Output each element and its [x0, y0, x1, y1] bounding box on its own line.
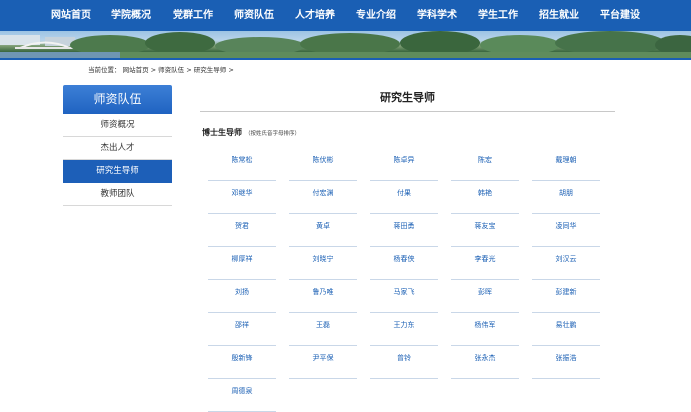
supervisor-link[interactable]: 易壮鹏: [532, 313, 600, 346]
supervisor-link[interactable]: 刘晓宁: [289, 247, 357, 280]
supervisor-link[interactable]: 彭建新: [532, 280, 600, 313]
nav-item-home[interactable]: 网站首页: [51, 0, 91, 31]
sidebar-item-supervisors[interactable]: 研究生导师: [63, 160, 172, 183]
sidebar: 师资队伍 师资概况 杰出人才 研究生导师 教师团队: [63, 85, 172, 206]
supervisor-link[interactable]: 陈宏: [451, 148, 519, 181]
nav-item-admission[interactable]: 招生就业: [539, 0, 579, 31]
supervisor-link[interactable]: 刘汉云: [532, 247, 600, 280]
supervisor-link[interactable]: 邓继华: [208, 181, 276, 214]
page-title: 研究生导师: [200, 85, 615, 112]
supervisor-link[interactable]: 李春光: [451, 247, 519, 280]
sidebar-item-teams[interactable]: 教师团队: [63, 183, 172, 206]
supervisor-link[interactable]: 杨春侠: [370, 247, 438, 280]
supervisor-link[interactable]: 彭晖: [451, 280, 519, 313]
supervisor-link[interactable]: 殷新锋: [208, 346, 276, 379]
supervisor-link[interactable]: 柳厚祥: [208, 247, 276, 280]
supervisor-link[interactable]: 陈伏彬: [289, 148, 357, 181]
breadcrumb-sep: >: [228, 66, 234, 74]
sidebar-item-distinguished[interactable]: 杰出人才: [63, 137, 172, 160]
supervisor-link[interactable]: 陈常松: [208, 148, 276, 181]
campus-banner: [0, 31, 691, 58]
breadcrumb-home[interactable]: 网站首页: [123, 66, 149, 74]
nav-item-platform[interactable]: 平台建设: [600, 0, 640, 31]
supervisor-link[interactable]: 鲁乃唯: [289, 280, 357, 313]
supervisor-link[interactable]: 付宏渊: [289, 181, 357, 214]
supervisor-link[interactable]: 付果: [370, 181, 438, 214]
supervisor-link[interactable]: 韩艳: [451, 181, 519, 214]
section-heading: 博士生导师: [202, 127, 242, 137]
supervisor-link[interactable]: 邵祥: [208, 313, 276, 346]
supervisor-link[interactable]: 王磊: [289, 313, 357, 346]
top-nav: 网站首页 学院概况 党群工作 师资队伍 人才培养 专业介绍 学科学术 学生工作 …: [0, 0, 691, 31]
breadcrumb-faculty[interactable]: 师资队伍: [158, 66, 184, 74]
supervisor-link[interactable]: 王力东: [370, 313, 438, 346]
sidebar-title: 师资队伍: [63, 85, 172, 114]
supervisor-link[interactable]: 周德泉: [208, 379, 276, 412]
supervisor-link[interactable]: 张永杰: [451, 346, 519, 379]
banner-scenery: [0, 31, 691, 58]
section-note: （按姓氏音字母排序）: [245, 131, 301, 137]
supervisor-link[interactable]: 陈卓异: [370, 148, 438, 181]
section-title: 博士生导师 （按姓氏音字母排序）: [202, 127, 300, 138]
nav-item-party[interactable]: 党群工作: [173, 0, 213, 31]
breadcrumb-prefix: 当前位置：: [88, 66, 121, 74]
supervisor-link[interactable]: 凌同华: [532, 214, 600, 247]
supervisor-link[interactable]: 胡朋: [532, 181, 600, 214]
supervisor-link[interactable]: 黄卓: [289, 214, 357, 247]
supervisor-link[interactable]: 蒋友宝: [451, 214, 519, 247]
supervisor-link[interactable]: 戴理朝: [532, 148, 600, 181]
nav-item-discipline[interactable]: 学科学术: [417, 0, 457, 31]
nav-item-faculty[interactable]: 师资队伍: [234, 0, 274, 31]
main-content: 研究生导师 博士生导师 （按姓氏音字母排序） 陈常松 陈伏彬 陈卓异 陈宏 戴理朝 邓继华付…: [200, 85, 615, 412]
sidebar-item-overview[interactable]: 师资概况: [63, 114, 172, 137]
supervisor-link[interactable]: 尹平保: [289, 346, 357, 379]
supervisor-link[interactable]: 曾铃: [370, 346, 438, 379]
banner-divider: [0, 58, 691, 60]
breadcrumb: 当前位置： 网站首页 > 师资队伍 > 研究生导师 >: [88, 65, 234, 75]
breadcrumb-current[interactable]: 研究生导师: [194, 66, 227, 74]
supervisor-link[interactable]: 张振浩: [532, 346, 600, 379]
supervisor-link[interactable]: 蒋田勇: [370, 214, 438, 247]
breadcrumb-sep: >: [186, 66, 194, 74]
nav-item-majors[interactable]: 专业介绍: [356, 0, 396, 31]
supervisor-link[interactable]: 马家飞: [370, 280, 438, 313]
nav-item-about[interactable]: 学院概况: [111, 0, 151, 31]
nav-item-students[interactable]: 学生工作: [478, 0, 518, 31]
supervisor-link[interactable]: 刘扬: [208, 280, 276, 313]
supervisor-link[interactable]: 贺君: [208, 214, 276, 247]
supervisor-link[interactable]: 杨伟军: [451, 313, 519, 346]
nav-item-talent[interactable]: 人才培养: [295, 0, 335, 31]
supervisor-list: 陈常松 陈伏彬 陈卓异 陈宏 戴理朝邓继华 付宏渊 付果 韩艳 胡朋贺君 黄卓 蒋田勇 蒋友宝 凌同华柳…: [208, 148, 614, 412]
